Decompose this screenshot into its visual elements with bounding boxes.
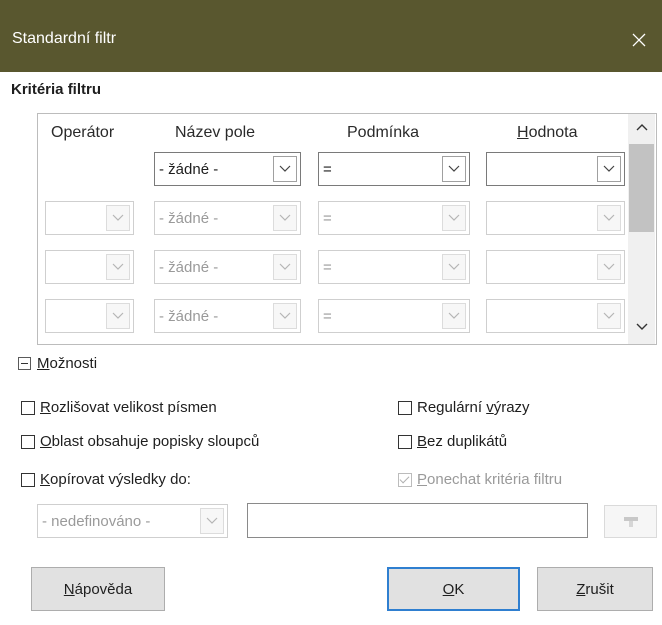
- operator-combo-4[interactable]: [45, 299, 134, 333]
- range-has-headers-label: Oblast obsahuje popisky sloupců: [40, 433, 260, 450]
- chevron-down-icon[interactable]: [273, 254, 297, 280]
- field-name-value-2: - žádné -: [159, 210, 219, 227]
- close-icon[interactable]: [616, 16, 662, 64]
- ok-button[interactable]: OK: [387, 567, 520, 611]
- title-bar: Standardní filtr: [0, 0, 662, 72]
- case-sensitive-label: Rozlišovat velikost písmen: [40, 399, 217, 416]
- checkbox-box[interactable]: [398, 472, 412, 487]
- keep-criteria-checkbox[interactable]: Ponechat kritéria filtru: [398, 471, 562, 488]
- chevron-down-icon[interactable]: [106, 254, 130, 280]
- case-sensitive-checkbox[interactable]: Rozlišovat velikost písmen: [21, 399, 217, 416]
- operator-header: Operátor: [51, 124, 115, 141]
- value-combo-4[interactable]: [486, 299, 625, 333]
- condition-combo-1[interactable]: =: [318, 152, 470, 186]
- checkbox-box[interactable]: [398, 400, 412, 415]
- chevron-down-icon[interactable]: [628, 316, 655, 338]
- checkbox-box[interactable]: [21, 400, 35, 415]
- condition-value-1: =: [323, 161, 332, 178]
- chevron-down-icon[interactable]: [442, 303, 466, 329]
- copy-results-checkbox[interactable]: Kopírovat výsledky do:: [21, 471, 191, 488]
- chevron-down-icon[interactable]: [106, 303, 130, 329]
- field-name-value-4: - žádné -: [159, 308, 219, 325]
- field-name-combo-1[interactable]: - žádné -: [154, 152, 301, 186]
- field-name-combo-3[interactable]: - žádné -: [154, 250, 301, 284]
- field-name-header: Název pole: [175, 124, 256, 141]
- window-title: Standardní filtr: [12, 30, 117, 47]
- field-name-combo-4[interactable]: - žádné -: [154, 299, 301, 333]
- chevron-down-icon[interactable]: [200, 508, 224, 534]
- options-expander[interactable]: Možnosti: [18, 355, 97, 372]
- condition-combo-4[interactable]: =: [318, 299, 470, 333]
- shrink-button[interactable]: [604, 505, 657, 538]
- chevron-down-icon[interactable]: [273, 205, 297, 231]
- operator-combo-3[interactable]: [45, 250, 134, 284]
- condition-header: Podmínka: [347, 124, 420, 141]
- shrink-icon: [623, 516, 638, 527]
- checkbox-box[interactable]: [398, 434, 412, 449]
- help-button[interactable]: Nápověda: [31, 567, 165, 611]
- checkbox-box[interactable]: [21, 434, 35, 449]
- field-name-combo-2[interactable]: - žádné -: [154, 201, 301, 235]
- chevron-down-icon[interactable]: [597, 254, 621, 280]
- copy-target-dropdown-value: - nedefinováno -: [42, 513, 151, 530]
- copy-target-dropdown[interactable]: - nedefinováno -: [37, 504, 228, 538]
- chevron-up-icon[interactable]: [628, 116, 655, 138]
- range-has-headers-checkbox[interactable]: Oblast obsahuje popisky sloupců: [21, 433, 259, 450]
- criteria-scrollbar[interactable]: [628, 114, 655, 344]
- collapse-icon[interactable]: [18, 357, 31, 370]
- ok-button-label: OK: [442, 580, 465, 598]
- condition-value-4: =: [323, 308, 332, 325]
- chevron-down-icon[interactable]: [442, 205, 466, 231]
- operator-combo-2[interactable]: [45, 201, 134, 235]
- chevron-down-icon[interactable]: [273, 156, 297, 182]
- field-name-value-1: - žádné -: [159, 161, 219, 178]
- value-combo-1[interactable]: [486, 152, 625, 186]
- no-duplicates-label: Bez duplikátů: [417, 433, 508, 450]
- help-button-label: Nápověda: [63, 580, 133, 598]
- criteria-grid: Operátor Název pole Podmínka Hodnota - ž…: [37, 113, 657, 345]
- condition-combo-2[interactable]: =: [318, 201, 470, 235]
- keep-criteria-label: Ponechat kritéria filtru: [417, 471, 563, 488]
- chevron-down-icon[interactable]: [273, 303, 297, 329]
- regex-label: Regulární výrazy: [417, 399, 530, 416]
- cancel-button-label: Zrušit: [576, 580, 614, 598]
- options-label: Možnosti: [37, 355, 98, 372]
- filter-criteria-title: Kritéria filtru: [11, 81, 102, 98]
- no-duplicates-checkbox[interactable]: Bez duplikátů: [398, 433, 507, 450]
- chevron-down-icon[interactable]: [597, 205, 621, 231]
- value-combo-2[interactable]: [486, 201, 625, 235]
- condition-value-2: =: [323, 210, 332, 227]
- copy-target-input[interactable]: [247, 503, 588, 538]
- value-header: Hodnota: [517, 124, 578, 141]
- checkbox-box[interactable]: [21, 472, 35, 487]
- chevron-down-icon[interactable]: [442, 156, 466, 182]
- cancel-button[interactable]: Zrušit: [537, 567, 653, 611]
- chevron-down-icon[interactable]: [597, 303, 621, 329]
- copy-results-label: Kopírovat výsledky do:: [40, 471, 191, 488]
- condition-value-3: =: [323, 259, 332, 276]
- scrollbar-thumb[interactable]: [629, 144, 654, 232]
- condition-combo-3[interactable]: =: [318, 250, 470, 284]
- chevron-down-icon[interactable]: [442, 254, 466, 280]
- value-combo-3[interactable]: [486, 250, 625, 284]
- chevron-down-icon[interactable]: [597, 156, 621, 182]
- chevron-down-icon[interactable]: [106, 205, 130, 231]
- regex-checkbox[interactable]: Regulární výrazy: [398, 399, 530, 416]
- field-name-value-3: - žádné -: [159, 259, 219, 276]
